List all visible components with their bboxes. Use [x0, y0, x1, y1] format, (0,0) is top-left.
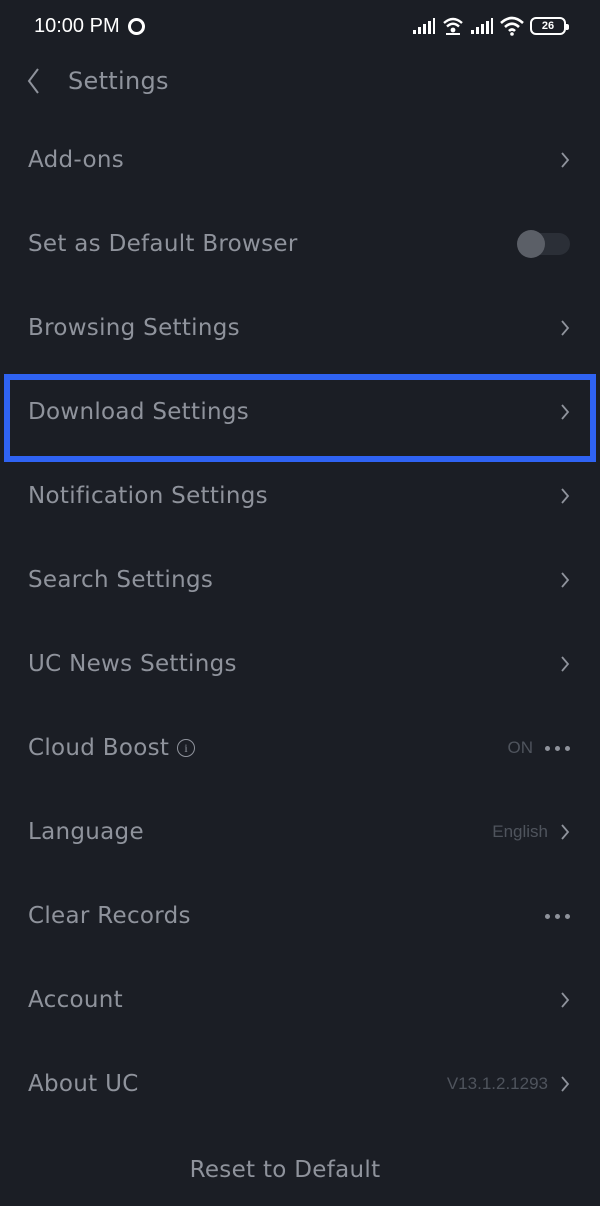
settings-row-default-browser: Set as Default Browser [0, 202, 600, 286]
info-icon[interactable]: i [177, 739, 196, 757]
chevron-right-icon [561, 992, 570, 1008]
row-label: Cloud Boost [28, 735, 170, 761]
chevron-left-icon[interactable] [26, 66, 46, 96]
chevron-right-icon [561, 488, 570, 504]
status-bar: 10:00 PM 26 [0, 0, 600, 52]
more-dots-icon[interactable] [545, 913, 570, 919]
battery-icon: 26 [530, 17, 569, 35]
chevron-right-icon [561, 824, 570, 840]
row-value: English [492, 822, 548, 841]
battery-level: 26 [541, 20, 555, 32]
sync-ring-icon [127, 17, 145, 35]
row-label: About UC [28, 1071, 139, 1097]
chevron-right-icon [561, 152, 570, 168]
chevron-right-icon [561, 320, 570, 336]
settings-row-account[interactable]: Account [0, 958, 600, 1042]
row-label: UC News Settings [28, 651, 237, 677]
chevron-right-icon [561, 404, 570, 420]
row-label: Add-ons [28, 147, 124, 173]
status-time: 10:00 PM [34, 14, 120, 37]
settings-row-language[interactable]: Language English [0, 790, 600, 874]
settings-row-cloud-boost[interactable]: Cloud Boost i ON [0, 706, 600, 790]
settings-row-add-ons[interactable]: Add-ons [0, 118, 600, 202]
signal-icon [413, 18, 435, 34]
row-label: Set as Default Browser [28, 231, 298, 257]
settings-row-notification[interactable]: Notification Settings [0, 454, 600, 538]
row-label: Download Settings [28, 399, 250, 425]
signal-icon-2 [471, 18, 493, 34]
wifi-icon [500, 16, 524, 36]
settings-row-about[interactable]: About UC V13.1.2.1293 [0, 1042, 600, 1126]
row-label: Search Settings [28, 567, 214, 593]
chevron-right-icon [561, 656, 570, 672]
more-dots-icon[interactable] [545, 745, 570, 751]
row-label: Browsing Settings [28, 315, 240, 341]
settings-row-search[interactable]: Search Settings [0, 538, 600, 622]
row-label: Language [28, 819, 144, 845]
settings-row-browsing[interactable]: Browsing Settings [0, 286, 600, 370]
row-label: Account [28, 987, 123, 1013]
status-right: 26 [412, 16, 569, 36]
row-label: Clear Records [28, 903, 191, 929]
row-value: ON [507, 738, 534, 757]
toggle-knob [517, 230, 545, 258]
status-left: 10:00 PM [34, 15, 145, 38]
chevron-right-icon [561, 572, 570, 588]
wifi-calling-icon [443, 17, 463, 35]
reset-to-default-button[interactable]: Reset to Default [0, 1140, 570, 1200]
header: Settings [0, 52, 600, 110]
chevron-right-icon [561, 1076, 570, 1092]
row-label: Notification Settings [28, 483, 268, 509]
page-title: Settings [68, 67, 169, 95]
default-browser-toggle[interactable] [517, 230, 570, 258]
settings-row-download[interactable]: Download Settings [0, 370, 600, 454]
settings-row-clear-records[interactable]: Clear Records [0, 874, 600, 958]
settings-list: Add-ons Set as Default Browser Browsing … [0, 118, 600, 1126]
settings-row-uc-news[interactable]: UC News Settings [0, 622, 600, 706]
row-value: V13.1.2.1293 [446, 1074, 548, 1093]
